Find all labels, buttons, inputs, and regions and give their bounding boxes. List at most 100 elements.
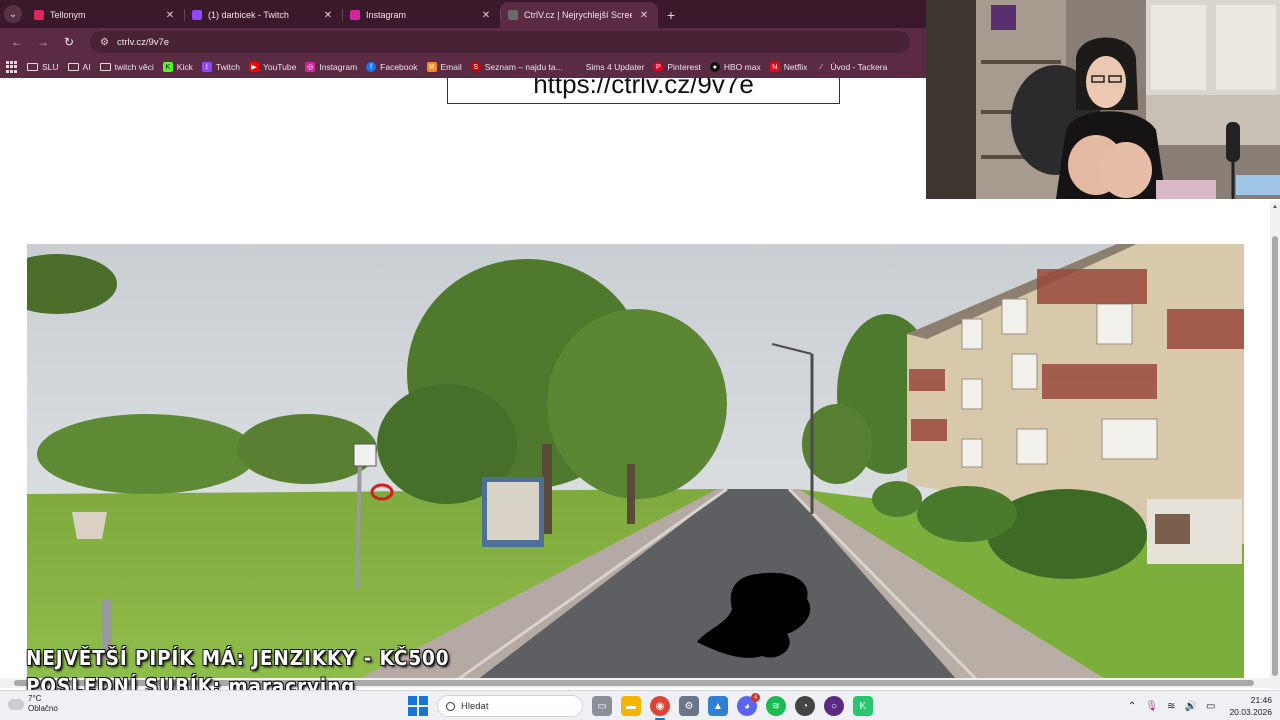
- search-placeholder: Hledat: [461, 700, 489, 712]
- bookmark-label: Twitch: [215, 62, 240, 72]
- back-button[interactable]: ←: [6, 31, 28, 53]
- wifi-icon[interactable]: ≋: [1167, 701, 1175, 712]
- street-scene-image: [27, 244, 1244, 680]
- stream-overlay-top-donor: NEJVĚTŠÍ PIPÍK MÁ: JENZIKKY - KČ500: [26, 646, 450, 670]
- folder-icon: [99, 63, 111, 71]
- bookmark-label: Úvod - Tackera: [830, 62, 888, 72]
- windows-taskbar: 7°C Oblačno Hledat ▭ ▬ ◉ ⚙ ▲ ◕ 4 ≋ ◔ ○ K …: [0, 690, 1280, 720]
- bookmark-twitch[interactable]: t Twitch: [201, 62, 240, 72]
- weather-widget[interactable]: 7°C Oblačno: [8, 694, 58, 714]
- address-bar[interactable]: ⚙ ctrlv.cz/9v7e: [90, 31, 910, 53]
- folder-icon: [67, 63, 79, 71]
- arrow-left-icon: ←: [11, 35, 23, 49]
- bookmark-folder[interactable]: SLU: [27, 62, 59, 72]
- bookmark-tackera[interactable]: ⁄ Úvod - Tackera: [816, 62, 887, 72]
- file-explorer-icon[interactable]: ▬: [621, 696, 641, 716]
- task-view-icon[interactable]: ▭: [592, 696, 612, 716]
- bookmark-instagram[interactable]: ◎ Instagram: [305, 62, 357, 72]
- new-tab-button[interactable]: +: [658, 2, 684, 28]
- notification-badge: 4: [751, 693, 760, 702]
- webcam-feed: [926, 0, 1280, 199]
- weather-temperature: 7°C: [28, 694, 42, 703]
- close-icon[interactable]: ✕: [638, 10, 650, 21]
- volume-icon[interactable]: 🔊: [1184, 701, 1196, 712]
- bookmark-sims[interactable]: Sims 4 Updater: [571, 62, 645, 72]
- bookmark-label: Email: [440, 62, 462, 72]
- battery-icon[interactable]: ▭: [1206, 701, 1215, 712]
- instagram-icon: ◎: [305, 62, 316, 72]
- bookmark-label: Pinterest: [667, 62, 701, 72]
- tab-label: Instagram: [366, 10, 407, 20]
- netflix-icon: N: [769, 62, 780, 72]
- tellonym-favicon-icon: [34, 10, 44, 20]
- bookmark-folder[interactable]: twitch věci: [99, 62, 154, 72]
- kick-icon: K: [162, 62, 173, 72]
- bookmark-label: AI: [82, 62, 91, 72]
- webcam-image: [926, 0, 1280, 199]
- close-icon[interactable]: ✕: [164, 10, 176, 21]
- weather-description: Oblačno: [28, 704, 58, 713]
- windows-start-icon[interactable]: [408, 696, 428, 716]
- bookmark-label: Kick: [176, 62, 193, 72]
- bookmark-label: Netflix: [783, 62, 808, 72]
- scrollbar-thumb[interactable]: [1272, 236, 1278, 676]
- discord-icon[interactable]: ◕ 4: [737, 693, 760, 716]
- taskbar-search[interactable]: Hledat: [437, 695, 583, 717]
- chrome-icon[interactable]: ◉: [650, 696, 670, 720]
- bookmark-label: SLU: [42, 62, 59, 72]
- close-icon[interactable]: ✕: [322, 10, 334, 21]
- pinterest-icon: P: [653, 62, 664, 72]
- bookmark-hbo[interactable]: ● HBO max: [709, 62, 761, 72]
- twitch-icon: t: [201, 62, 212, 72]
- tab-ctrlv[interactable]: CtrlV.cz | Nejrychlejší ScreenSh ✕: [500, 2, 658, 28]
- shared-link-box[interactable]: https://ctrlv.cz/9v7e: [447, 78, 840, 104]
- chevron-up-icon[interactable]: ⌃: [1128, 701, 1136, 712]
- site-info-icon[interactable]: ⚙: [100, 37, 109, 48]
- street-view-screenshot: [27, 244, 1244, 680]
- settings-icon[interactable]: ⚙: [679, 696, 699, 716]
- spotify-icon[interactable]: ≋: [766, 696, 786, 716]
- youtube-icon: ▶: [248, 62, 259, 72]
- bookmark-label: twitch věci: [114, 62, 154, 72]
- tab-label: CtrlV.cz | Nejrychlejší ScreenSh: [524, 10, 632, 20]
- tab-search-button[interactable]: ⌄: [0, 0, 26, 28]
- tab-instagram[interactable]: Instagram ✕: [342, 2, 500, 28]
- ctrlv-favicon-icon: [508, 10, 518, 20]
- bookmark-folder[interactable]: AI: [67, 62, 91, 72]
- close-icon[interactable]: ✕: [480, 10, 492, 21]
- tab-tellonym[interactable]: Tellonym ✕: [26, 2, 184, 28]
- bookmark-pinterest[interactable]: P Pinterest: [653, 62, 701, 72]
- tackera-icon: ⁄: [816, 62, 827, 72]
- bookmark-youtube[interactable]: ▶ YouTube: [248, 62, 296, 72]
- desktop-screen: ⌄ Tellonym ✕ (1) darbicek - Twitch ✕ Ins…: [0, 0, 1280, 720]
- taskbar-clock[interactable]: 21:46 20.03.2026: [1224, 694, 1272, 718]
- bookmark-seznam[interactable]: S Seznam – najdu ta...: [470, 62, 563, 72]
- bookmark-label: HBO max: [723, 62, 761, 72]
- scroll-up-icon[interactable]: ▲: [1272, 204, 1278, 210]
- microphone-icon[interactable]: 🎙: [1145, 701, 1158, 712]
- tab-twitch[interactable]: (1) darbicek - Twitch ✕: [184, 2, 342, 28]
- bookmark-label: Instagram: [319, 62, 358, 72]
- bookmark-netflix[interactable]: N Netflix: [769, 62, 808, 72]
- address-url: ctrlv.cz/9v7e: [116, 36, 170, 48]
- obs-icon[interactable]: ◔: [795, 696, 815, 716]
- tab-label: (1) darbicek - Twitch: [208, 10, 289, 20]
- assistant-icon[interactable]: ○: [824, 696, 844, 716]
- apps-grid-icon[interactable]: [6, 61, 18, 73]
- bookmark-facebook[interactable]: f Facebook: [366, 62, 418, 72]
- bookmark-kick[interactable]: K Kick: [162, 62, 193, 72]
- chevron-down-icon: ⌄: [4, 5, 22, 23]
- bookmark-label: Sims 4 Updater: [585, 62, 645, 72]
- photos-icon[interactable]: ▲: [708, 696, 728, 716]
- search-icon: [446, 701, 455, 711]
- cloud-icon: [8, 698, 24, 710]
- bookmark-label: Facebook: [380, 62, 418, 72]
- kick-app-icon[interactable]: K: [853, 696, 873, 716]
- sims-icon: [571, 62, 582, 72]
- clock-date: 20.03.2026: [1229, 707, 1272, 717]
- forward-button[interactable]: →: [32, 31, 54, 53]
- system-tray: ⌃ 🎙 ≋ 🔊 ▭: [1128, 694, 1215, 718]
- reload-button[interactable]: ↻: [58, 31, 80, 53]
- bookmark-email[interactable]: ✉ Email: [426, 62, 462, 72]
- vertical-scrollbar[interactable]: ▲: [1270, 202, 1280, 689]
